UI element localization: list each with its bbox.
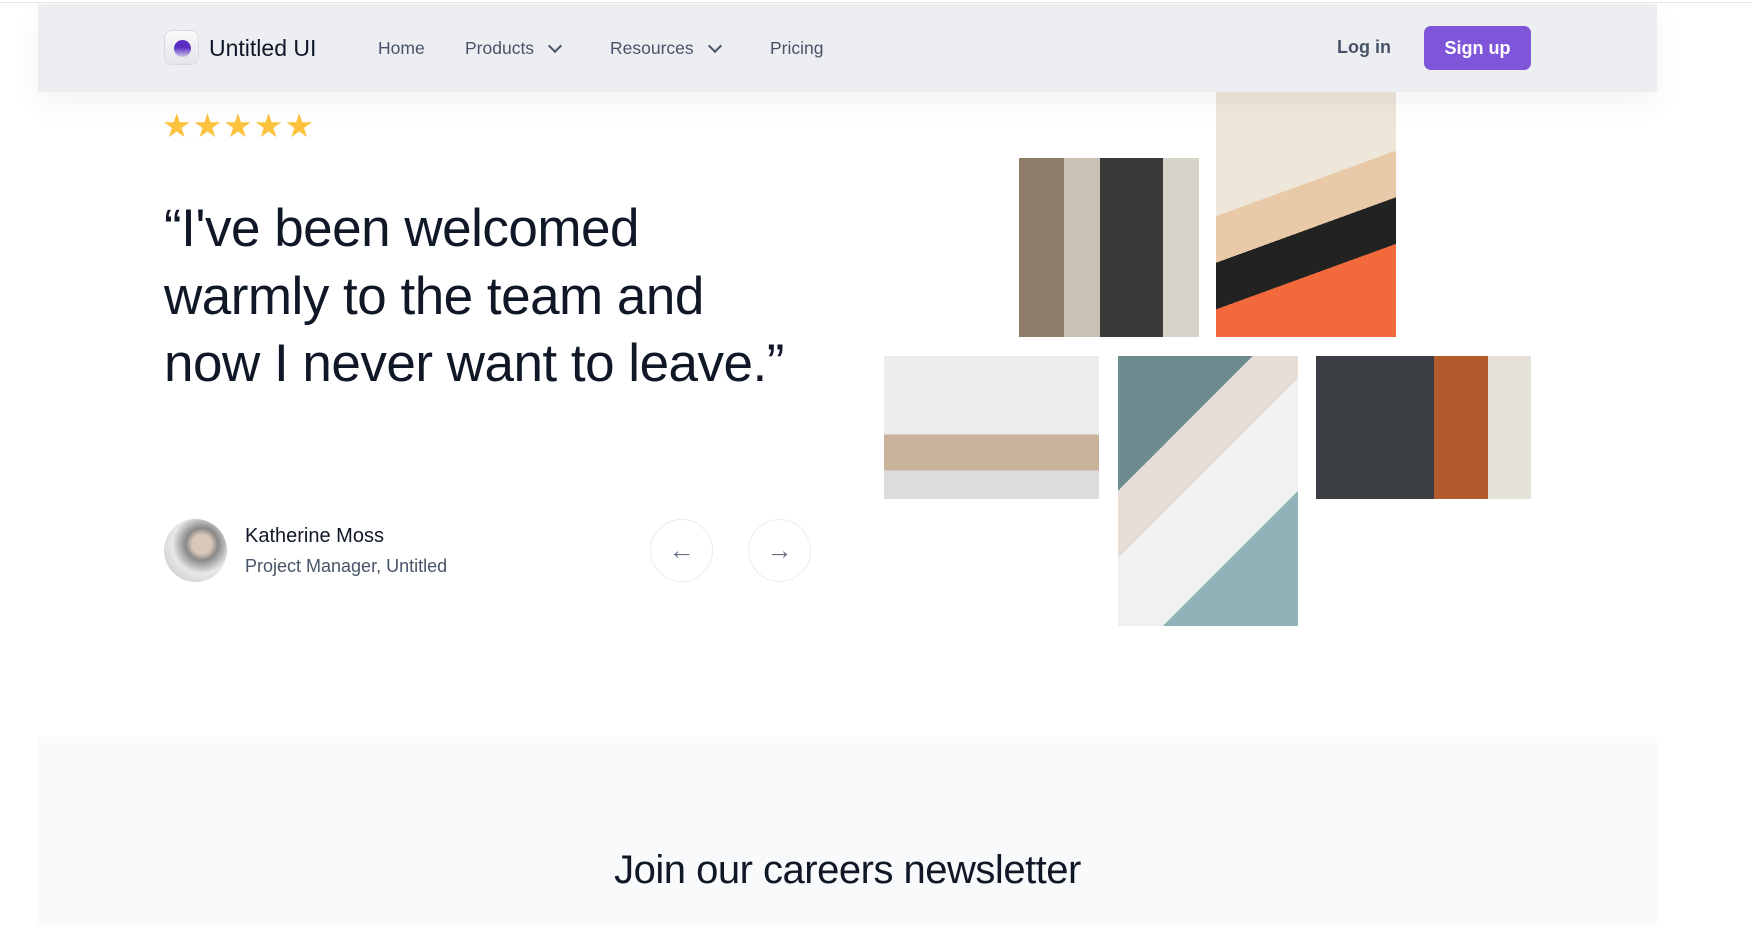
nav-label: Home	[378, 38, 425, 58]
star-rating: ★★★★★	[162, 107, 315, 144]
top-border	[0, 2, 1752, 3]
nav-products[interactable]: Products	[465, 38, 563, 59]
photo-office-desks	[884, 356, 1099, 499]
logo-icon[interactable]	[164, 30, 199, 65]
nav-home[interactable]: Home	[378, 38, 425, 59]
chevron-down-icon	[707, 38, 722, 54]
photo-woman-smiling	[1216, 92, 1396, 337]
header: Untitled UI Home Products Resources Pric…	[38, 4, 1657, 92]
arrow-right-icon: →	[766, 535, 793, 565]
photo-woman-phone	[1118, 356, 1298, 626]
nav-pricing[interactable]: Pricing	[770, 38, 824, 59]
nav-resources[interactable]: Resources	[610, 38, 722, 59]
next-button[interactable]: →	[748, 519, 811, 582]
signup-button[interactable]: Sign up	[1424, 26, 1531, 70]
nav-label: Products	[465, 38, 535, 58]
chevron-down-icon	[547, 38, 563, 54]
photo-woman-computer	[1316, 356, 1531, 499]
prev-button[interactable]: ←	[650, 519, 713, 582]
nav-label: Resources	[610, 38, 694, 58]
login-button[interactable]: Log in	[1337, 37, 1391, 58]
author-name: Katherine Moss	[245, 525, 384, 547]
newsletter-section: Join our careers newsletter	[38, 737, 1657, 925]
brand-name[interactable]: Untitled UI	[209, 35, 316, 62]
author-role: Project Manager, Untitled	[245, 556, 448, 576]
newsletter-heading: Join our careers newsletter	[614, 848, 1081, 892]
nav-label: Pricing	[770, 38, 824, 58]
photo-man-working	[1019, 158, 1199, 337]
testimonial-quote: “I've been welcomed warmly to the team a…	[164, 199, 784, 393]
avatar	[164, 519, 227, 582]
arrow-left-icon: ←	[668, 535, 695, 565]
